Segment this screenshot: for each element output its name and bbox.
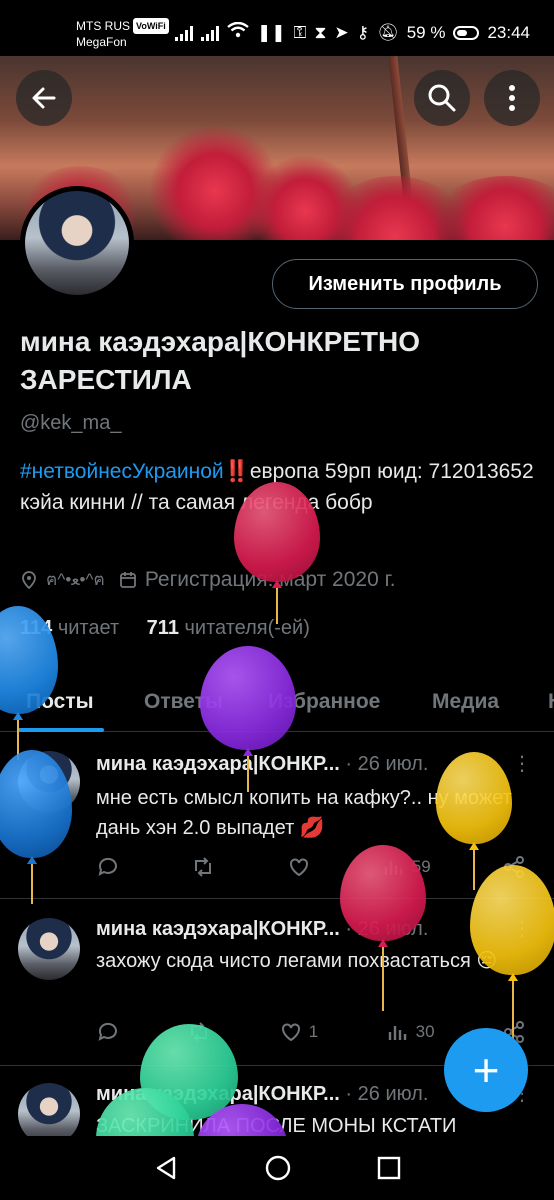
- likes-count: 1: [308, 1022, 319, 1041]
- plus-icon: +: [472, 1044, 500, 1096]
- pause-icon: ❚❚: [257, 22, 286, 42]
- post-date: · 26 июл.: [345, 753, 429, 775]
- bio-hashtag[interactable]: #нетвойнесУкраиной: [20, 460, 224, 483]
- clock: 23:44: [487, 22, 530, 42]
- reply-button[interactable]: [96, 1020, 120, 1044]
- heart-icon: [281, 1023, 300, 1042]
- reply-icon: [98, 1022, 117, 1041]
- search-icon: [428, 84, 456, 112]
- carrier1-label: MTS RUS: [76, 19, 130, 33]
- back-button[interactable]: [16, 70, 72, 126]
- status-bar: MTS RUS VoWiFi MegaFon ❚❚ ⚿ ⧗ ➤ ⚷ 🔕︎ 59 %…: [0, 0, 554, 56]
- tab-likes[interactable]: Н: [548, 690, 554, 714]
- tab-media[interactable]: Медиа: [432, 690, 499, 714]
- repost-icon: [195, 857, 212, 877]
- vowifi-badge: VoWiFi: [133, 18, 169, 34]
- balloon-red: [340, 845, 426, 1011]
- signal2-icon: [201, 25, 220, 41]
- followers-count: 711: [146, 617, 179, 639]
- following-label: читает: [57, 617, 120, 639]
- post-more-icon[interactable]: ⋮: [512, 751, 532, 776]
- compose-button[interactable]: +: [444, 1028, 528, 1112]
- profile-meta: ฅ^•ﻌ•^ฅ Регистрация: март 2020 г.: [20, 566, 396, 593]
- like-button[interactable]: [287, 855, 311, 879]
- profile-handle: @kek_ma_: [20, 412, 122, 434]
- balloon-blue: [0, 606, 58, 760]
- profile-name: мина каэдэхара|КОНКРЕТНО ЗАРЕСТИЛА: [20, 326, 421, 395]
- more-vertical-icon: [509, 85, 515, 111]
- search-button[interactable]: [414, 70, 470, 126]
- post-author[interactable]: мина каэдэхара|КОНКР...: [96, 918, 340, 940]
- vpn-key-icon: ⚿: [293, 22, 307, 42]
- edit-profile-button[interactable]: Изменить профиль: [272, 259, 538, 309]
- key-icon: ⚷: [356, 22, 370, 42]
- system-navbar: [0, 1136, 554, 1200]
- like-button[interactable]: 1: [279, 1020, 318, 1044]
- profile-avatar[interactable]: [20, 186, 134, 300]
- status-icons: ❚❚ ⚿ ⧗ ➤ ⚷ 🔕︎ 59 % 23:44: [175, 21, 530, 43]
- nav-back-icon[interactable]: [152, 1154, 180, 1182]
- views-count: 30: [415, 1022, 435, 1041]
- repost-button[interactable]: [191, 855, 215, 879]
- post-date: · 26 июл.: [345, 1083, 429, 1105]
- more-button[interactable]: [484, 70, 540, 126]
- banner-flower: [430, 176, 554, 240]
- nav-recents-icon[interactable]: [376, 1155, 402, 1181]
- signal-icon: [175, 25, 194, 41]
- location-text: ฅ^•ﻌ•^ฅ: [46, 570, 105, 589]
- carrier2-label: MegaFon: [76, 35, 127, 49]
- post-avatar[interactable]: [18, 918, 80, 980]
- calendar-icon: [119, 571, 136, 588]
- battery-icon: [453, 25, 480, 40]
- mute-bell-icon: 🔕︎: [377, 22, 399, 42]
- reply-icon: [98, 857, 117, 876]
- balloon-purple: [200, 646, 296, 792]
- views-icon: [388, 1026, 406, 1040]
- nav-home-icon[interactable]: [264, 1154, 292, 1182]
- balloon-yellow: [470, 865, 554, 1041]
- location-icon: [22, 570, 36, 589]
- heart-icon: [289, 858, 308, 877]
- balloon-blue: [0, 750, 72, 904]
- reply-button[interactable]: [96, 855, 120, 879]
- wifi-icon: [227, 21, 249, 43]
- carrier-info: MTS RUS VoWiFi MegaFon: [76, 18, 169, 50]
- views-button[interactable]: 30: [386, 1020, 435, 1044]
- hourglass-icon: ⧗: [314, 22, 327, 42]
- battery-level: 59 %: [406, 22, 446, 42]
- telegram-icon: ➤: [334, 22, 349, 42]
- arrow-left-icon: [32, 87, 56, 109]
- balloon-red: [234, 482, 320, 624]
